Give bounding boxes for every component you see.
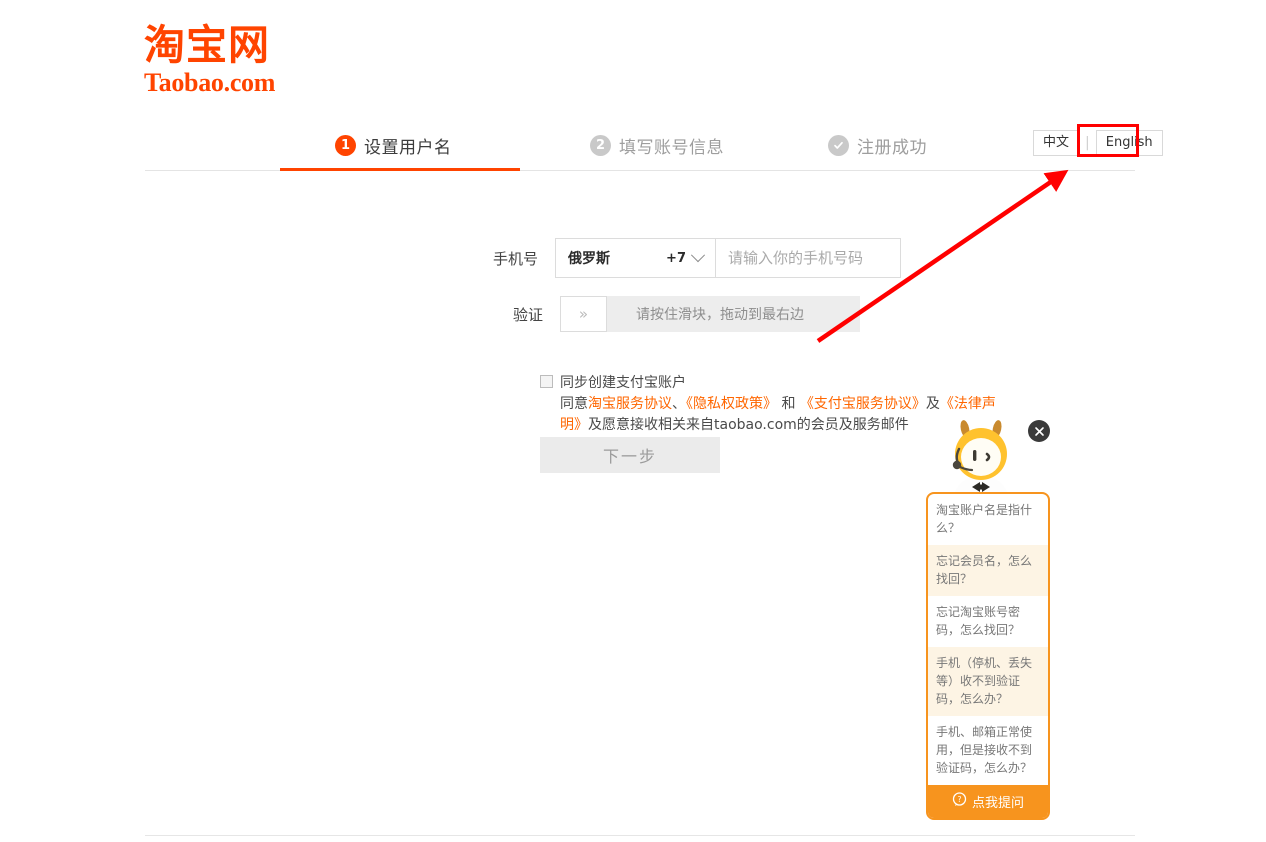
phone-number-input[interactable]: [716, 239, 900, 277]
step-2-badge: 2: [590, 135, 611, 156]
agreement-block: 同步创建支付宝账户 同意淘宝服务协议、《隐私权政策》 和 《支付宝服务协议》及《…: [540, 372, 1010, 436]
privacy-policy-link[interactable]: 《隐私权政策》: [686, 396, 777, 412]
question-bubble-icon: ?: [952, 792, 967, 811]
ask-question-button[interactable]: ? 点我提问: [928, 785, 1048, 818]
logo-english-text: Taobao.com: [144, 69, 304, 97]
faq-item[interactable]: 手机、邮箱正常使用，但是接收不到验证码，怎么办？: [928, 716, 1048, 785]
faq-item[interactable]: 忘记会员名，怎么找回？: [928, 545, 1048, 596]
terms-separator-2: 及: [926, 396, 940, 412]
faq-item[interactable]: 手机（停机、丢失等）收不到验证码，怎么办？: [928, 647, 1048, 716]
faq-item[interactable]: 淘宝账户名是指什么？: [928, 494, 1048, 545]
slider-verification-row: 验证 请按住滑块，拖动到最右边 »: [483, 296, 860, 332]
slider-verification-track[interactable]: 请按住滑块，拖动到最右边 »: [560, 296, 860, 332]
alipay-service-agreement-link[interactable]: 《支付宝服务协议》: [800, 396, 926, 412]
step-1-badge: 1: [335, 135, 356, 156]
faq-item[interactable]: 忘记淘宝账号密码，怎么找回？: [928, 596, 1048, 647]
language-english-button[interactable]: English: [1096, 130, 1163, 156]
step-1-label: 设置用户名: [364, 133, 452, 158]
chevron-down-icon: [691, 248, 705, 262]
footer-divider: [145, 835, 1135, 836]
faq-panel: 淘宝账户名是指什么？ 忘记会员名，怎么找回？ 忘记淘宝账号密码，怎么找回？ 手机…: [926, 492, 1050, 820]
alipay-account-label: 同步创建支付宝账户: [560, 372, 686, 392]
alipay-account-checkbox[interactable]: [540, 375, 553, 388]
phone-number-row: 手机号 俄罗斯 +7: [478, 238, 901, 278]
terms-prefix: 同意: [560, 396, 588, 412]
phone-number-label: 手机号: [478, 248, 538, 269]
terms-suffix: 及愿意接收相关来自taobao.com的会员及服务邮件: [588, 417, 909, 433]
ask-question-label: 点我提问: [972, 792, 1024, 811]
svg-text:?: ?: [957, 795, 961, 804]
close-icon[interactable]: [1028, 420, 1050, 442]
next-step-button[interactable]: 下一步: [540, 437, 720, 473]
slider-handle[interactable]: »: [560, 296, 607, 332]
phone-input-group: 俄罗斯 +7: [555, 238, 901, 278]
country-dial-code-text: +7: [666, 251, 686, 266]
country-name-text: 俄罗斯: [568, 248, 666, 268]
registration-steps-bar: 1 设置用户名 2 填写账号信息 注册成功: [145, 122, 1135, 171]
language-chinese-button[interactable]: 中文: [1033, 130, 1079, 156]
terms-conjunction: 和: [777, 396, 800, 412]
taobao-logo[interactable]: 淘宝网 Taobao.com: [144, 22, 304, 97]
step-item-success[interactable]: 注册成功: [828, 130, 927, 160]
step-3-label: 注册成功: [857, 133, 927, 158]
check-icon: [828, 135, 849, 156]
terms-separator-1: 、: [672, 396, 686, 412]
verification-label: 验证: [483, 304, 543, 325]
active-step-underline: [280, 168, 520, 171]
step-item-account-info[interactable]: 2 填写账号信息: [590, 130, 724, 160]
logo-chinese-text: 淘宝网: [144, 22, 304, 68]
country-code-select[interactable]: 俄罗斯 +7: [556, 239, 716, 277]
taobao-service-agreement-link[interactable]: 淘宝服务协议: [588, 396, 672, 412]
language-switcher: 中文 | English: [1033, 130, 1163, 156]
language-separator: |: [1085, 135, 1090, 151]
step-item-set-username[interactable]: 1 设置用户名: [335, 130, 452, 160]
step-2-label: 填写账号信息: [619, 133, 724, 158]
alipay-account-option[interactable]: 同步创建支付宝账户: [540, 372, 1010, 392]
